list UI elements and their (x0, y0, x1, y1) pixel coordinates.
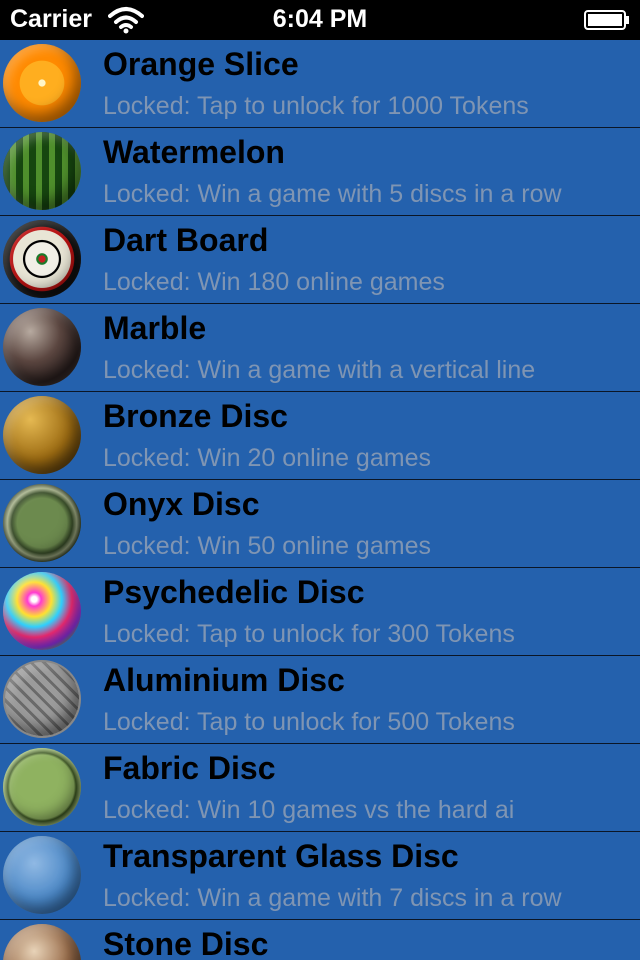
item-subtitle: Locked: Tap to unlock for 500 Tokens (103, 708, 515, 736)
bronze-disc-icon (3, 396, 81, 474)
list-item[interactable]: Watermelon Locked: Win a game with 5 dis… (0, 128, 640, 216)
aluminium-disc-icon (3, 660, 81, 738)
clock: 6:04 PM (272, 5, 368, 33)
item-title: Watermelon (103, 134, 285, 170)
psychedelic-disc-icon (3, 572, 81, 650)
item-subtitle: Locked: Win a game with 7 discs in a row (103, 884, 562, 912)
marble-icon (3, 308, 81, 386)
item-subtitle: Locked: Win 50 online games (103, 532, 431, 560)
disc-list[interactable]: Orange Slice Locked: Tap to unlock for 1… (0, 40, 640, 960)
item-subtitle: Locked: Win 20 online games (103, 444, 431, 472)
item-title: Onyx Disc (103, 486, 260, 522)
item-title: Fabric Disc (103, 750, 276, 786)
item-title: Psychedelic Disc (103, 574, 365, 610)
item-subtitle: Locked: Tap to unlock for 300 Tokens (103, 620, 515, 648)
list-item[interactable]: Psychedelic Disc Locked: Tap to unlock f… (0, 568, 640, 656)
list-item[interactable]: Fabric Disc Locked: Win 10 games vs the … (0, 744, 640, 832)
status-bar: Carrier 6:04 PM (0, 0, 640, 40)
list-item[interactable]: Transparent Glass Disc Locked: Win a gam… (0, 832, 640, 920)
item-title: Orange Slice (103, 46, 299, 82)
item-subtitle: Locked: Win 180 online games (103, 268, 445, 296)
item-title: Dart Board (103, 222, 269, 258)
item-title: Bronze Disc (103, 398, 288, 434)
fabric-disc-icon (3, 748, 81, 826)
glass-disc-icon (3, 836, 81, 914)
list-item[interactable]: Marble Locked: Win a game with a vertica… (0, 304, 640, 392)
list-item[interactable]: Onyx Disc Locked: Win 50 online games (0, 480, 640, 568)
item-title: Transparent Glass Disc (103, 838, 459, 874)
item-subtitle: Locked: Win a game with a vertical line (103, 356, 536, 384)
item-subtitle: Locked: Win a game with 5 discs in a row (103, 180, 562, 208)
orange-slice-icon (3, 44, 81, 122)
list-item[interactable]: Stone Disc (0, 920, 640, 960)
item-subtitle: Locked: Win 10 games vs the hard ai (103, 796, 515, 824)
onyx-disc-icon (3, 484, 81, 562)
item-title: Marble (103, 310, 207, 346)
battery-icon (584, 10, 629, 30)
stone-disc-icon (3, 924, 81, 960)
list-item[interactable]: Orange Slice Locked: Tap to unlock for 1… (0, 40, 640, 128)
list-item[interactable]: Dart Board Locked: Win 180 online games (0, 216, 640, 304)
item-subtitle: Locked: Tap to unlock for 1000 Tokens (103, 92, 529, 120)
item-title: Stone Disc (103, 926, 269, 960)
list-item[interactable]: Bronze Disc Locked: Win 20 online games (0, 392, 640, 480)
dart-board-icon (3, 220, 81, 298)
item-title: Aluminium Disc (103, 662, 345, 698)
list-item[interactable]: Aluminium Disc Locked: Tap to unlock for… (0, 656, 640, 744)
watermelon-icon (3, 132, 81, 210)
